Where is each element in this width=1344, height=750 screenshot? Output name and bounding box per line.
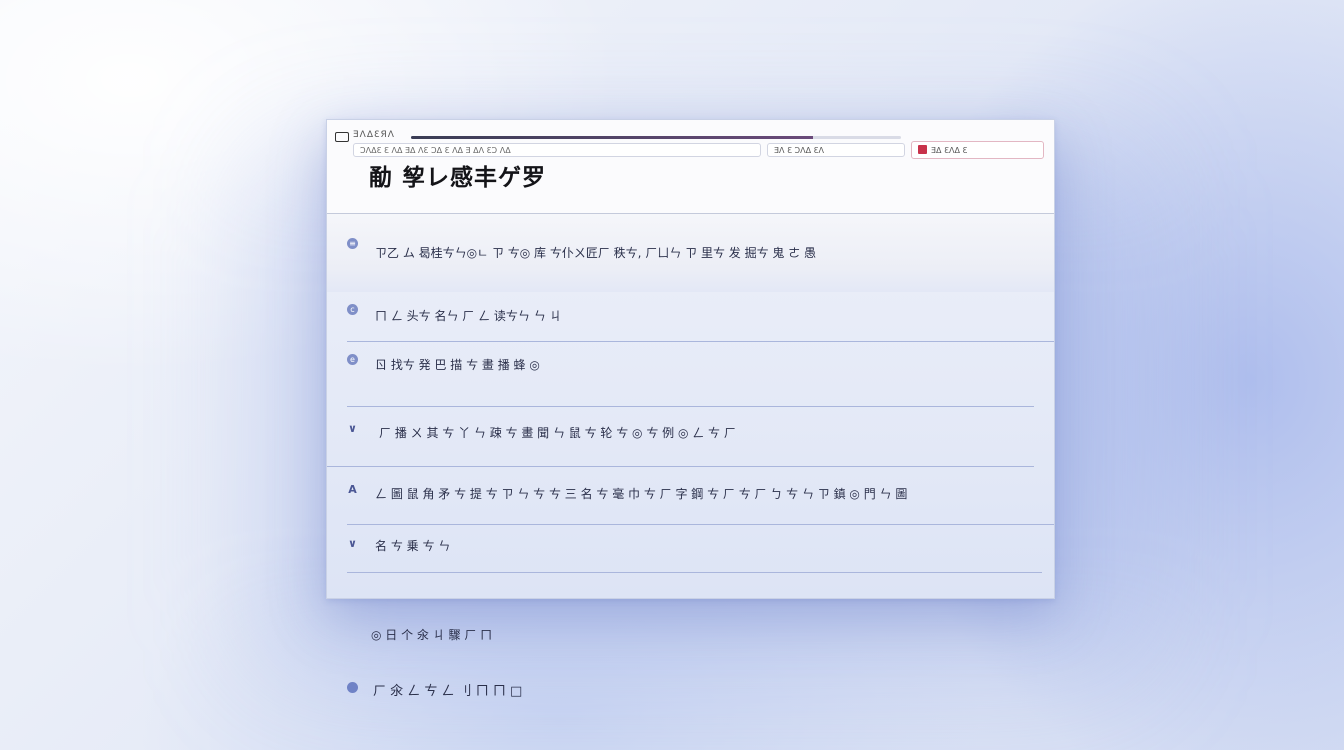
page-title: 勈 孧レ感丰ゲ罗 — [369, 165, 547, 191]
footer-text: ◎ 日 个 氽 ㄐ 驟 ㄏ ㄇ — [371, 628, 493, 642]
list-item-label: 名 ㄘ 乗 ㄘ ㄣ — [375, 539, 451, 553]
list-item-label: ㄥ 圖 鼠 角 矛 ㄘ 提 ㄘ ㄗ ㄣ ㄘ ㄘ 三 名 ㄘ 毫 巾 ㄘ ㄏ 字 … — [375, 487, 908, 501]
chevron-down-icon: ∨ — [348, 422, 357, 435]
loading-progress-bar — [411, 136, 901, 139]
list-item[interactable]: e ㄖ 找ㄘ 発 巴 描 ㄘ 畫 播 蜂 ◎ — [327, 342, 1054, 407]
text-icon: A — [348, 483, 357, 496]
flag-icon — [918, 145, 927, 154]
bullet-icon: e — [347, 354, 358, 365]
list-item-label: ㄗ乙 ム 曷桂ㄘㄣ◎ㄴ ㄗ ㄘ◎ 库 ㄘ仆ㄨ匠ㄏ 秩ㄘ, ㄏㄩㄣ ㄗ 里ㄘ 发 … — [375, 246, 817, 260]
chevron-down-icon: ∨ — [348, 537, 357, 550]
action-button-label: ƎΔ ƐΛΔ Ɛ — [931, 146, 968, 155]
main-window: ƎΛΔƐЯΛ ƆΛΔƐ Ɛ ΛΔ ƎΔ ΛƐ ƆΔ Ɛ ΛΔ Ǝ ΔΛ ƐƆ Λ… — [326, 119, 1055, 599]
list-item[interactable]: A ㄥ 圖 鼠 角 矛 ㄘ 提 ㄘ ㄗ ㄣ ㄘ ㄘ 三 名 ㄘ 毫 巾 ㄘ ㄏ … — [327, 467, 1054, 525]
row-divider — [347, 572, 1042, 573]
list-item-label: ㄇ ㄥ 头ㄘ 名ㄣ ㄏ ㄥ 读ㄘㄣ ㄣ ㄐ — [375, 309, 562, 323]
list-item-label: ㄖ 找ㄘ 発 巴 描 ㄘ 畫 播 蜂 ◎ — [375, 358, 540, 372]
list-item[interactable]: ∨ 名 ㄘ 乗 ㄘ ㄣ — [327, 525, 1054, 573]
progress-fill — [411, 136, 813, 139]
bullet-icon: ≡ — [347, 238, 358, 249]
list-item[interactable]: c ㄇ ㄥ 头ㄘ 名ㄣ ㄏ ㄥ 读ㄘㄣ ㄣ ㄐ — [327, 292, 1054, 342]
window-header: ƎΛΔƐЯΛ ƆΛΔƐ Ɛ ΛΔ ƎΔ ΛƐ ƆΔ Ɛ ΛΔ Ǝ ΔΛ ƐƆ Λ… — [327, 120, 1054, 214]
list-item[interactable]: ≡ ㄗ乙 ム 曷桂ㄘㄣ◎ㄴ ㄗ ㄘ◎ 库 ㄘ仆ㄨ匠ㄏ 秩ㄘ, ㄏㄩㄣ ㄗ 里ㄘ … — [327, 214, 1054, 292]
action-button[interactable]: ƎΔ ƐΛΔ Ɛ — [911, 141, 1044, 159]
footer-item-label: ㄏ 氽 ㄥ ㄘ ㄥ 刂 ㄇ ㄇ □ — [373, 684, 523, 699]
bullet-icon — [347, 682, 358, 693]
search-input[interactable]: ƆΛΔƐ Ɛ ΛΔ ƎΔ ΛƐ ƆΔ Ɛ ΛΔ Ǝ ΔΛ ƐƆ ΛΔ — [353, 143, 761, 157]
window-icon[interactable] — [335, 132, 349, 142]
list-item-label: ㄏ 播 ㄨ 其 ㄘ 丫 ㄣ 疎 ㄘ 畫 聞 ㄣ 鼠 ㄘ 轮 ㄘ ◎ ㄘ 例 ◎ … — [379, 426, 736, 440]
breadcrumb[interactable]: ƎΛΔƐЯΛ — [353, 130, 395, 140]
toolbar: ƎΛΔƐЯΛ ƆΛΔƐ Ɛ ΛΔ ƎΔ ΛƐ ƆΔ Ɛ ΛΔ Ǝ ΔΛ ƐƆ Λ… — [335, 128, 1044, 159]
filter-field[interactable]: ƎΛ Ɛ ƆΛΔ ƐΛ — [767, 143, 905, 157]
list-item[interactable]: ∨ ㄏ 播 ㄨ 其 ㄘ 丫 ㄣ 疎 ㄘ 畫 聞 ㄣ 鼠 ㄘ 轮 ㄘ ◎ ㄘ 例 … — [327, 407, 1054, 467]
bullet-icon: c — [347, 304, 358, 315]
